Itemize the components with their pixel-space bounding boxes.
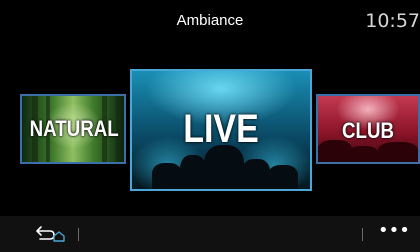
- crowd-silhouette: [242, 159, 270, 189]
- ambiance-screen: Ambiance 10:57 NATURAL LIVE CLUB •••: [0, 0, 420, 252]
- crowd-silhouette: [152, 163, 182, 189]
- ambiance-label-club: CLUB: [342, 118, 394, 143]
- crowd-silhouette: [348, 146, 378, 162]
- ambiance-label-live: LIVE: [183, 107, 259, 151]
- clock: 10:57: [365, 10, 420, 32]
- ambiance-card-natural[interactable]: NATURAL: [20, 94, 126, 164]
- crowd-silhouette: [268, 165, 298, 189]
- back-button[interactable]: [34, 223, 68, 245]
- header: Ambiance 10:57: [0, 0, 420, 40]
- divider: [78, 228, 79, 241]
- ambiance-card-club[interactable]: CLUB: [316, 94, 420, 164]
- ambiance-card-live[interactable]: LIVE: [130, 69, 312, 191]
- divider: [362, 228, 363, 241]
- more-options-button[interactable]: •••: [378, 220, 410, 246]
- crowd-silhouette: [180, 155, 206, 189]
- bottom-bar: •••: [0, 216, 420, 252]
- page-title: Ambiance: [176, 12, 244, 29]
- ambiance-label-natural: NATURAL: [29, 116, 119, 141]
- back-arrow-home-icon: [36, 226, 65, 242]
- ambiance-carousel: NATURAL LIVE CLUB: [0, 64, 420, 194]
- crowd-silhouette: [378, 142, 418, 162]
